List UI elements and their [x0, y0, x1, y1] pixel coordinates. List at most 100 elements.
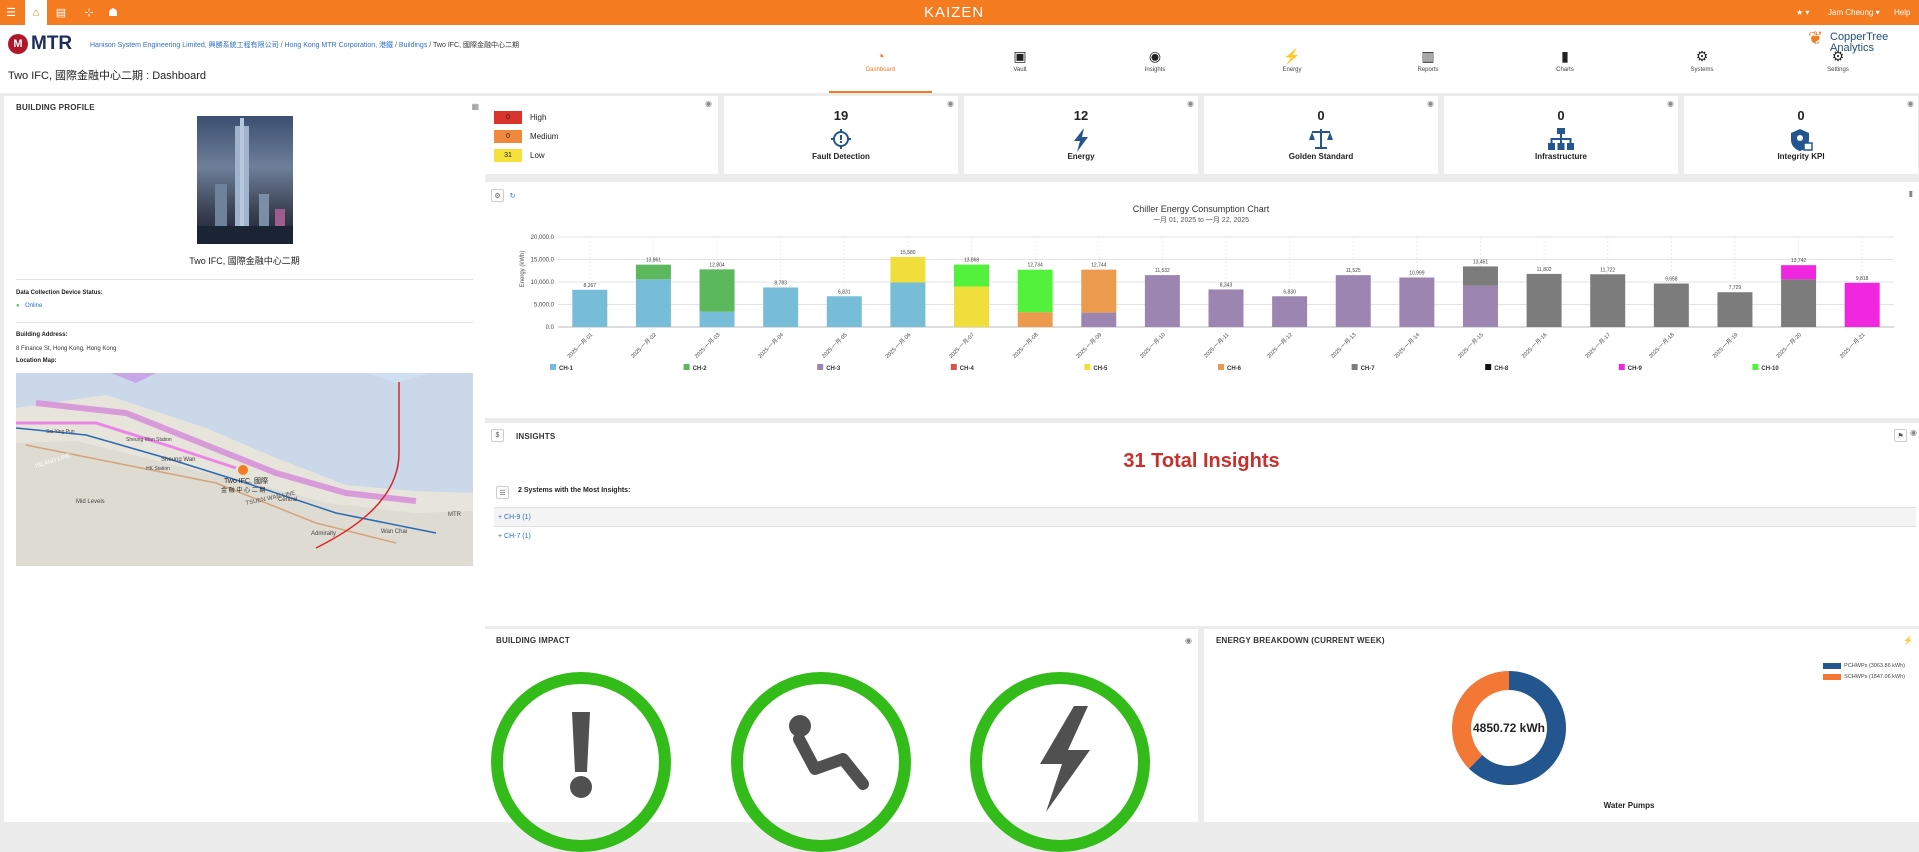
legend-item-ch-7[interactable]: CH-7: [1361, 366, 1376, 372]
bar-segment-ch-1[interactable]: [890, 282, 926, 327]
x-tick-label: 2025-一月-20: [1775, 331, 1803, 359]
legend-item-ch-4[interactable]: CH-4: [960, 366, 975, 372]
eye-icon[interactable]: ◉: [705, 99, 712, 108]
people-icon[interactable]: ☗: [102, 0, 124, 25]
bar-total-label: 10,999: [1409, 271, 1425, 277]
sitemap-icon[interactable]: ⊹: [78, 0, 100, 25]
chart-refresh-button[interactable]: ↻: [506, 189, 519, 202]
bolt-small-icon[interactable]: ⚡: [1903, 636, 1913, 645]
kpi-energy[interactable]: ◉ 12 Energy: [964, 96, 1198, 174]
bar-segment-ch-7[interactable]: [1462, 266, 1498, 286]
document-icon[interactable]: ▤: [50, 0, 72, 25]
bar-segment-ch-6[interactable]: [1081, 269, 1117, 313]
x-tick-label: 2025-一月-03: [693, 331, 721, 359]
bar-segment-ch-7[interactable]: [1590, 274, 1626, 327]
bar-segment-ch-7[interactable]: [1717, 292, 1753, 327]
legend-item-ch-6[interactable]: CH-6: [1227, 366, 1242, 372]
kpi-infrastructure[interactable]: ◉ 0 Infrastructure: [1444, 96, 1678, 174]
nav-settings[interactable]: ⚙ Settings: [1788, 47, 1888, 93]
legend-schwps[interactable]: SCHWPs (1847.06 kWh): [1823, 674, 1905, 680]
bar-segment-ch-3[interactable]: [1144, 275, 1180, 327]
bar-segment-ch-1[interactable]: [763, 287, 799, 327]
bar-segment-ch-3[interactable]: [1335, 275, 1371, 327]
eye-icon[interactable]: ◉: [1910, 428, 1917, 437]
legend-item-ch-8[interactable]: CH-8: [1494, 366, 1509, 372]
bar-segment-ch-3[interactable]: [1462, 285, 1498, 327]
legend-item-ch-3[interactable]: CH-3: [826, 366, 841, 372]
breadcrumb-item-corporation[interactable]: Hong Kong MTR Corporation, 港鐵: [285, 42, 394, 49]
bar-segment-ch-1[interactable]: [635, 279, 671, 327]
nav-energy[interactable]: ⚡ Energy: [1242, 47, 1342, 93]
bar-segment-ch-10[interactable]: [954, 264, 990, 287]
nav-dashboard[interactable]: ◔ Dashboard: [829, 47, 932, 93]
eye-icon[interactable]: ◉: [1907, 99, 1914, 108]
x-tick-label: 2025-一月-17: [1584, 331, 1612, 359]
nav-vault[interactable]: ▣ Vault: [970, 47, 1070, 93]
breadcrumb-item-company[interactable]: Hanison System Engineering Limited, 興勝系統…: [90, 42, 279, 49]
kpi-label: Golden Standard: [1288, 152, 1354, 161]
bar-segment-ch-9[interactable]: [1781, 265, 1817, 280]
eye-icon[interactable]: ◉: [1667, 99, 1674, 108]
location-map[interactable]: Two IFC, 國際 金 融 中 心 二 期 Sheung Wan Centr…: [16, 373, 473, 566]
favorites-menu[interactable]: ★ ▾: [1796, 8, 1809, 17]
eye-icon[interactable]: ◉: [1187, 99, 1194, 108]
nav-systems[interactable]: ⚙ Systems: [1652, 47, 1752, 93]
bar-segment-ch-3[interactable]: [1081, 312, 1117, 327]
energy-bolt-icon: [964, 128, 1198, 152]
menu-icon[interactable]: ☰: [0, 0, 22, 25]
legend-item-ch-1[interactable]: CH-1: [559, 366, 574, 372]
bar-segment-ch-2[interactable]: [635, 264, 671, 280]
breadcrumb-item-buildings[interactable]: Buildings: [399, 42, 427, 49]
legend-item-ch-5[interactable]: CH-5: [1093, 366, 1108, 372]
bar-segment-ch-3[interactable]: [1272, 296, 1308, 327]
legend-swatch: [817, 364, 824, 370]
bar-segment-ch-5[interactable]: [954, 286, 990, 328]
kpi-integrity[interactable]: ◉ 0 Integrity KPI: [1684, 96, 1918, 174]
legend-pchwps[interactable]: PCHWPs (3063.86 kWh): [1823, 663, 1905, 669]
x-tick-label: 2025-一月-14: [1393, 331, 1421, 359]
impact-comfort-circle[interactable]: [731, 672, 911, 852]
eye-icon[interactable]: ◉: [1185, 636, 1192, 645]
eye-icon[interactable]: ◉: [1427, 99, 1434, 108]
legend-item-ch-9[interactable]: CH-9: [1628, 366, 1643, 372]
bar-segment-ch-1[interactable]: [572, 289, 608, 327]
insight-row-ch7[interactable]: + CH-7 (1): [494, 526, 1916, 545]
bar-segment-ch-7[interactable]: [1781, 279, 1817, 327]
nav-insights[interactable]: ◉ Insights: [1105, 47, 1205, 93]
bar-segment-ch-1[interactable]: [826, 296, 862, 327]
legend-swatch: [1218, 364, 1224, 370]
legend-item-ch-2[interactable]: CH-2: [693, 366, 708, 372]
user-menu[interactable]: Jam Cheung ▾: [1828, 8, 1880, 17]
bar-segment-ch-3[interactable]: [1208, 289, 1244, 327]
nav-charts[interactable]: ▮ Charts: [1515, 47, 1615, 93]
x-tick-label: 2025-一月-07: [948, 331, 976, 359]
bar-segment-ch-9[interactable]: [1844, 282, 1880, 327]
bar-segment-ch-7[interactable]: [1653, 283, 1689, 327]
legend-item-ch-10[interactable]: CH-10: [1761, 366, 1779, 372]
bar-segment-ch-6[interactable]: [1017, 312, 1053, 327]
chart-settings-button[interactable]: ⚙: [491, 189, 504, 202]
kpi-golden-standard[interactable]: ◉ 0 Golden Standard: [1204, 96, 1438, 174]
kpi-fault-detection[interactable]: ◉ 19 Fault Detection: [724, 96, 958, 174]
bar-segment-ch-1[interactable]: [699, 311, 735, 327]
bar-chart-icon[interactable]: ▮: [1909, 189, 1913, 198]
building-icon[interactable]: ▦: [471, 102, 479, 111]
bar-segment-ch-3[interactable]: [1399, 277, 1435, 327]
bar-total-label: 9,658: [1665, 277, 1678, 283]
bar-segment-ch-2[interactable]: [699, 269, 735, 312]
bar-segment-ch-7[interactable]: [1526, 273, 1562, 327]
bar-total-label: 11,532: [1155, 268, 1170, 274]
impact-alert-circle[interactable]: [491, 672, 671, 852]
nav-reports[interactable]: ▥ Reports: [1378, 47, 1478, 93]
home-icon[interactable]: ⌂: [25, 0, 47, 25]
impact-lightning-circle[interactable]: [970, 672, 1150, 852]
lightning-icon: [1040, 706, 1090, 812]
insights-currency-button[interactable]: $: [491, 429, 504, 442]
eye-icon[interactable]: ◉: [947, 99, 954, 108]
bar-segment-ch-5[interactable]: [890, 256, 926, 283]
donut-slice[interactable]: [1452, 671, 1509, 769]
flag-button[interactable]: ⚑: [1894, 429, 1907, 442]
insight-row-ch9[interactable]: + CH-9 (1): [494, 507, 1916, 526]
help-link[interactable]: Help: [1894, 8, 1910, 17]
bar-segment-ch-10[interactable]: [1017, 269, 1053, 313]
